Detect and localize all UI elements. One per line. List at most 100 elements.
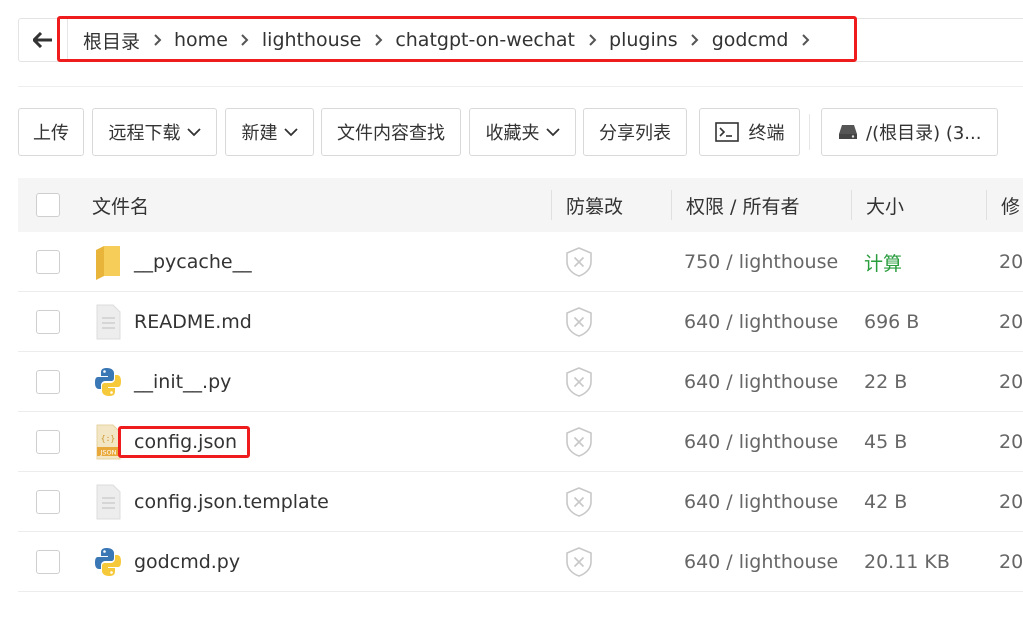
column-header-name[interactable]: 文件名 <box>92 178 149 232</box>
table-row[interactable]: {:} JSON config.json 640 / lighthouse 45… <box>18 412 1023 472</box>
file-icon <box>96 484 121 520</box>
calculate-size-link[interactable]: 计算 <box>864 232 902 292</box>
divider <box>551 190 552 220</box>
chevron-down-icon <box>545 127 560 137</box>
new-button[interactable]: 新建 <box>225 108 314 156</box>
file-size: 22 B <box>864 371 908 393</box>
disk-icon <box>838 124 858 140</box>
perm-owner[interactable]: 750 / lighthouse <box>684 232 838 292</box>
row-checkbox[interactable] <box>36 250 60 274</box>
terminal-label: 终端 <box>748 123 785 144</box>
breadcrumb-item-plugins[interactable]: plugins <box>609 29 678 51</box>
column-header-tamper: 防篡改 <box>566 195 624 218</box>
disk-selector-button[interactable]: /(根目录) (3... <box>821 108 998 156</box>
shield-off-icon <box>566 547 592 577</box>
remote-download-button[interactable]: 远程下载 <box>92 108 217 156</box>
chevron-right-icon <box>788 33 822 47</box>
modified-date: 202 <box>999 311 1023 333</box>
row-checkbox[interactable] <box>36 430 60 454</box>
modified-date: 202 <box>999 491 1023 513</box>
chevron-right-icon <box>575 33 609 47</box>
table-header: 文件名 防篡改 权限 / 所有者 大小 修 <box>18 178 1023 232</box>
chevron-right-icon <box>140 33 174 47</box>
file-icon <box>96 304 121 340</box>
modified-date: 202 <box>999 551 1023 573</box>
row-checkbox[interactable] <box>36 490 60 514</box>
modified-date: 202 <box>999 431 1023 453</box>
divider <box>986 190 987 220</box>
breadcrumb-bar: 根目录 home lighthouse chatgpt-on-wechat pl… <box>18 18 1023 62</box>
row-checkbox[interactable] <box>36 310 60 334</box>
favorites-button[interactable]: 收藏夹 <box>469 108 576 156</box>
shield-off-icon <box>566 487 592 517</box>
arrow-left-icon <box>33 32 52 48</box>
row-checkbox[interactable] <box>36 550 60 574</box>
file-size: 20.11 KB <box>864 551 950 573</box>
divider <box>809 114 810 150</box>
divider <box>851 190 852 220</box>
upload-button[interactable]: 上传 <box>18 108 84 156</box>
file-size: 696 B <box>864 311 920 333</box>
share-list-label: 分享列表 <box>599 123 671 144</box>
breadcrumb: 根目录 home lighthouse chatgpt-on-wechat pl… <box>83 19 822 61</box>
column-header-modified[interactable]: 修 <box>1001 178 1020 232</box>
shield-off-icon <box>566 367 592 397</box>
perm-owner[interactable]: 640 / lighthouse <box>684 472 838 532</box>
file-name[interactable]: config.json <box>134 412 237 472</box>
modified-date: 202 <box>999 251 1023 273</box>
perm-owner[interactable]: 640 / lighthouse <box>684 412 838 472</box>
file-name[interactable]: README.md <box>134 292 252 352</box>
svg-text:JSON: JSON <box>99 449 116 457</box>
shield-off-icon <box>566 427 592 457</box>
favorites-label: 收藏夹 <box>485 123 540 144</box>
file-size: 42 B <box>864 491 908 513</box>
breadcrumb-item-chatgpt-on-wechat[interactable]: chatgpt-on-wechat <box>395 29 575 51</box>
divider <box>67 19 68 61</box>
chevron-down-icon <box>283 127 298 137</box>
file-name[interactable]: __init__.py <box>134 352 231 412</box>
table-row[interactable]: config.json.template 640 / lighthouse 42… <box>18 472 1023 532</box>
chevron-right-icon <box>361 33 395 47</box>
perm-owner[interactable]: 640 / lighthouse <box>684 292 838 352</box>
shield-off-icon <box>566 307 592 337</box>
share-list-button[interactable]: 分享列表 <box>583 108 687 156</box>
file-name[interactable]: godcmd.py <box>134 532 240 592</box>
content-search-button[interactable]: 文件内容查找 <box>321 108 461 156</box>
new-label: 新建 <box>241 123 278 144</box>
perm-owner[interactable]: 640 / lighthouse <box>684 352 838 412</box>
remote-download-label: 远程下载 <box>108 123 181 144</box>
chevron-right-icon <box>678 33 712 47</box>
python-icon <box>95 368 121 396</box>
table-row[interactable]: __pycache__ 750 / lighthouse 计算 202 <box>18 232 1023 292</box>
chevron-right-icon <box>228 33 262 47</box>
divider <box>18 86 1023 87</box>
file-name[interactable]: __pycache__ <box>134 232 252 292</box>
row-checkbox[interactable] <box>36 370 60 394</box>
table-row[interactable]: __init__.py 640 / lighthouse 22 B 202 <box>18 352 1023 412</box>
breadcrumb-item-home[interactable]: home <box>174 29 228 51</box>
back-button[interactable] <box>19 19 67 61</box>
file-name[interactable]: config.json.template <box>134 472 329 532</box>
file-size: 45 B <box>864 431 908 453</box>
breadcrumb-item-lighthouse[interactable]: lighthouse <box>262 29 361 51</box>
divider <box>671 190 672 220</box>
chevron-down-icon <box>186 127 201 137</box>
table-row[interactable]: README.md 640 / lighthouse 696 B 202 <box>18 292 1023 352</box>
modified-date: 202 <box>999 371 1023 393</box>
breadcrumb-item-root[interactable]: 根目录 <box>83 27 140 54</box>
select-all-checkbox[interactable] <box>36 193 60 217</box>
column-header-perm-owner: 权限 / 所有者 <box>686 195 800 218</box>
perm-owner[interactable]: 640 / lighthouse <box>684 532 838 592</box>
shield-off-icon <box>566 247 592 277</box>
folder-icon <box>96 246 120 280</box>
breadcrumb-item-godcmd[interactable]: godcmd <box>712 29 789 51</box>
python-icon <box>95 548 121 576</box>
column-header-size[interactable]: 大小 <box>866 178 904 232</box>
terminal-button[interactable]: 终端 <box>699 108 800 156</box>
disk-label: /(根目录) (3... <box>866 123 982 144</box>
table-row[interactable]: godcmd.py 640 / lighthouse 20.11 KB 202 <box>18 532 1023 592</box>
upload-label: 上传 <box>33 123 69 144</box>
json-icon: {:} JSON <box>96 424 121 460</box>
terminal-icon <box>714 122 739 142</box>
content-search-label: 文件内容查找 <box>337 123 445 144</box>
